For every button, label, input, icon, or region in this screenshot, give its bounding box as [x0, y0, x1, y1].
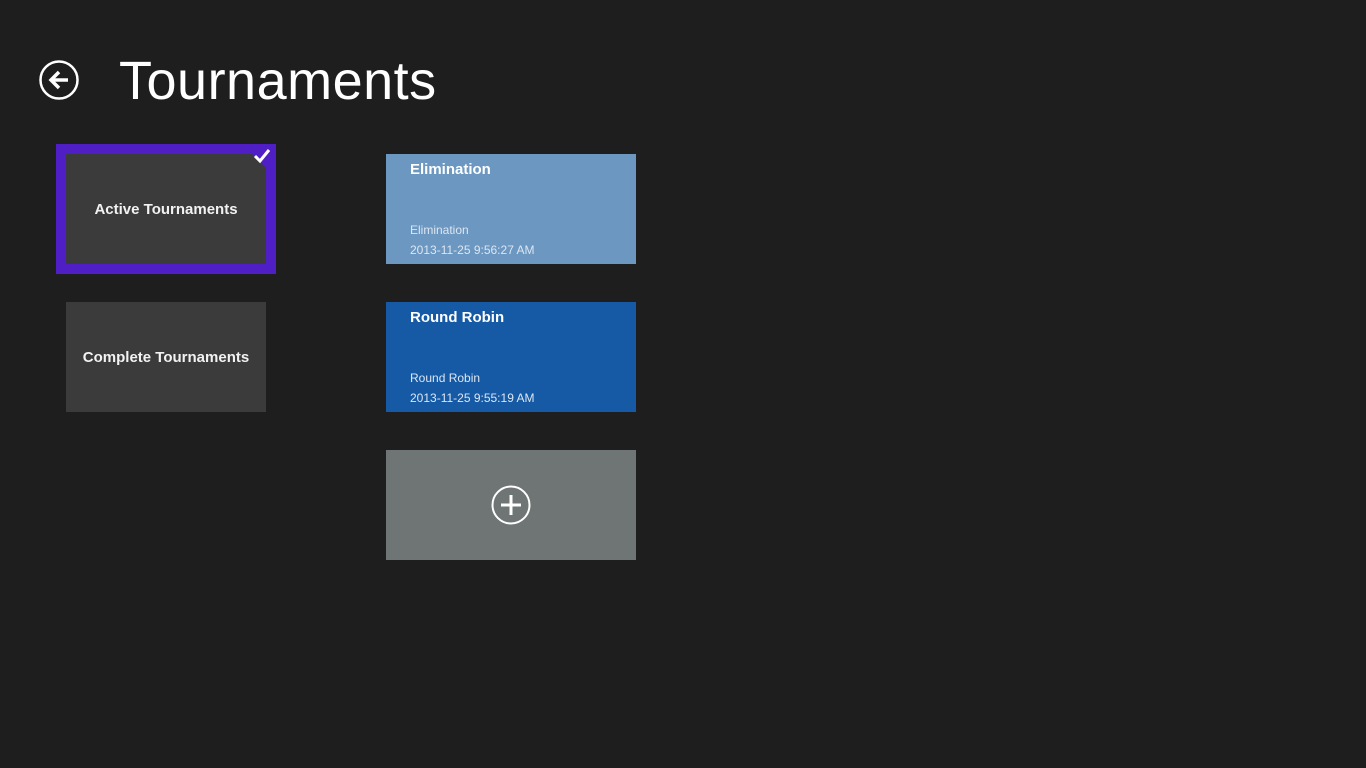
tournament-date: 2013-11-25 9:56:27 AM — [410, 243, 535, 257]
back-button[interactable] — [39, 60, 79, 100]
tournament-type: Round Robin — [410, 371, 481, 385]
tournament-name: Elimination — [410, 161, 491, 178]
tournament-type: Elimination — [410, 223, 469, 237]
add-icon — [491, 485, 531, 525]
tournament-date: 2013-11-25 9:55:19 AM — [410, 391, 535, 405]
page-title: Tournaments — [119, 51, 437, 111]
tournament-name: Round Robin — [410, 309, 505, 326]
checkmark-icon — [253, 149, 271, 164]
add-tournament-button[interactable] — [386, 450, 636, 560]
active-tournaments-tile[interactable]: Active Tournaments — [56, 144, 276, 274]
complete-tournaments-tile[interactable]: Complete Tournaments — [66, 302, 266, 412]
active-tournaments-label: Active Tournaments — [94, 200, 238, 218]
tournament-tile-round-robin[interactable]: Round Robin Round Robin 2013-11-25 9:55:… — [386, 302, 636, 412]
tournament-tile-elimination[interactable]: Elimination Elimination 2013-11-25 9:56:… — [386, 154, 636, 264]
app-root: Tournaments Active Tournaments Complete … — [0, 0, 1366, 768]
back-arrow-icon — [39, 60, 79, 100]
complete-tournaments-label: Complete Tournaments — [82, 348, 250, 366]
